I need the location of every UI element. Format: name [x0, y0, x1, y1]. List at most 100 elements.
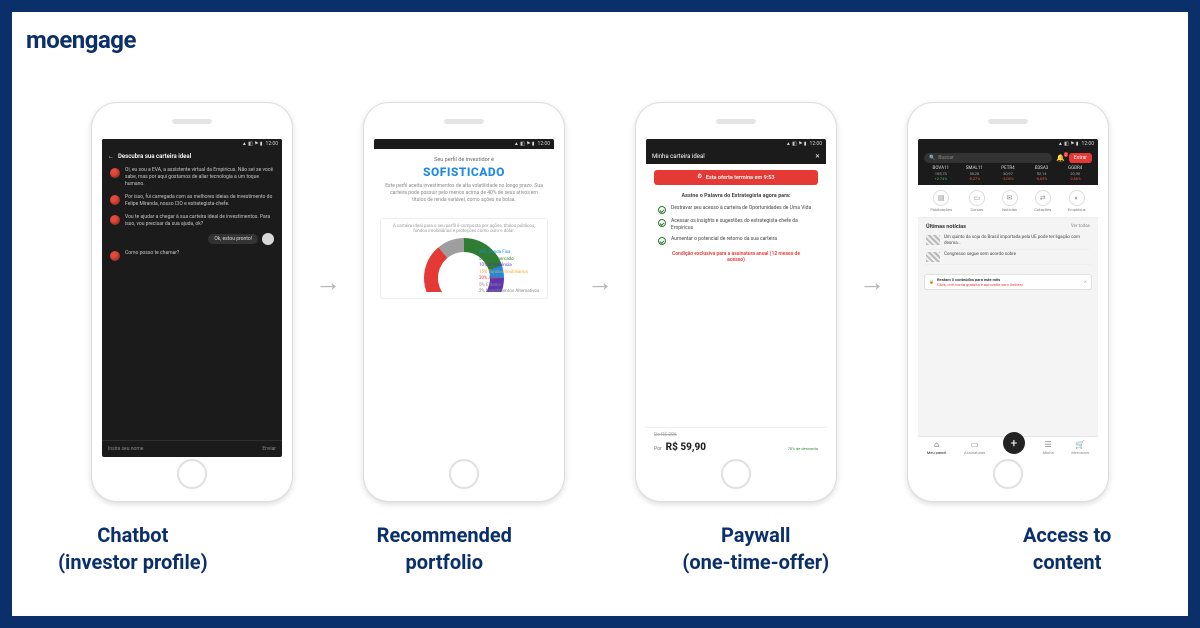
brand-icon: ◐ — [1069, 190, 1085, 206]
search-icon: 🔍 — [929, 155, 935, 161]
benefit-item: Acessar os insights e sugestões do estra… — [646, 216, 826, 234]
flow-arrow-icon: → — [587, 267, 613, 298]
chatbot-header: ← Descubra sua carteira ideal — [102, 149, 282, 164]
tab-subscriptions[interactable]: ▭Assinaturas — [964, 440, 985, 455]
price-row: Por R$ 59,90 70% de desconto — [646, 442, 826, 457]
phone-chatbot: ▲ ◧ ⚑ ▮ 12:00 ← Descubra sua carteira id… — [91, 102, 293, 502]
lock-icon: 🔒 — [929, 279, 934, 284]
bot-avatar-icon — [110, 195, 120, 205]
close-icon[interactable]: ✕ — [815, 153, 820, 160]
ticker[interactable]: BOVA11105,73+2,74% — [924, 166, 958, 181]
dismiss-icon[interactable]: ✕ — [1084, 279, 1087, 284]
profile-name: SOFISTICADO — [384, 165, 544, 179]
profile-description: Este perfil aceita investimentos de alta… — [384, 183, 544, 204]
news-thumb — [926, 235, 940, 245]
home-icon: ⌂ — [934, 440, 939, 449]
user-reply-text: Ok, estou pronto! — [208, 234, 258, 244]
bot-message: Vou te ajudar a chegar à sua carteira id… — [102, 211, 282, 231]
news-thumb — [926, 252, 940, 262]
caption-portfolio: Recommendedportfolio — [323, 522, 565, 576]
flow-arrow-icon: → — [315, 267, 341, 298]
fab-add-button[interactable]: + — [1003, 432, 1025, 454]
benefit-item: Destravar seu acesso à carteira de Oport… — [646, 203, 826, 216]
screen-chatbot: ▲ ◧ ⚑ ▮ 12:00 ← Descubra sua carteira id… — [102, 139, 282, 457]
category-rail: ▤Publicações ▭Cursos ✉Notícias ⇄Cotações… — [918, 185, 1098, 218]
old-price: De R$ 206 — [654, 432, 677, 438]
search-input[interactable]: 🔍 Buscar — [924, 153, 1052, 163]
news-section: Últimas notícias Ver todas Um quinto da … — [918, 218, 1098, 271]
profile-prelabel: Seu perfil de investidor é — [384, 157, 544, 163]
paywall-subtitle: Assine o Palavra do Estrategista agora p… — [646, 191, 826, 203]
tab-markets[interactable]: 🛒Mercados — [1071, 440, 1089, 455]
caption-paywall: Paywall(one-time-offer) — [635, 522, 877, 576]
login-button[interactable]: Entrar — [1069, 153, 1092, 163]
quotes-icon: ⇄ — [1035, 190, 1051, 206]
caption-chatbot: Chatbot(investor profile) — [12, 522, 254, 576]
phone-paywall: ▲ ◧ ⚑ ▮ 12:00 Minha carteira ideal ✕ ⏱ E… — [635, 102, 837, 502]
chart-legend: 20% Renda Fixa 5% Multimercado 10% Previ… — [387, 250, 541, 296]
back-icon[interactable]: ← — [108, 153, 114, 160]
quota-toast[interactable]: 🔒 Restam 5 conteúdos para este mês Click… — [924, 274, 1092, 290]
bot-message: Por isso, fui carregada com as melhores … — [102, 191, 282, 211]
portfolio-card: A carteira ideal para o seu perfil é com… — [380, 218, 548, 299]
countdown-banner: ⏱ Esta oferta termina em 9:53 — [654, 170, 818, 185]
captions-row: Chatbot(investor profile) Recommendedpor… — [12, 522, 1188, 576]
notif-count: 2 — [1064, 152, 1068, 157]
exclusive-condition: Condição exclusiva para a assinatura anu… — [646, 247, 826, 265]
folder-icon: ▭ — [971, 440, 979, 449]
news-item[interactable]: Congresso segue sem acordo sobre — [926, 250, 1090, 265]
phone-content: ▲ ◧ ⚑ ▮ 12:00 🔍 Buscar 🔔2 Entrar BOVA111… — [907, 102, 1109, 502]
chatbot-title: Descubra sua carteira ideal — [118, 153, 191, 160]
rail-item[interactable]: ▤Publicações — [930, 190, 952, 212]
ticker[interactable]: GGBR420,90-2,86% — [1058, 166, 1092, 181]
rail-item[interactable]: ▭Cursos — [969, 190, 985, 212]
screen-portfolio: ▲ ◧ ⚑ ▮ 12:00 Seu perfil de investidor é… — [374, 139, 554, 457]
publications-icon: ▤ — [933, 190, 949, 206]
see-all-link[interactable]: Ver todas — [1071, 224, 1090, 230]
caption-content: Access tocontent — [946, 522, 1188, 576]
status-bar: ▲ ◧ ⚑ ▮ 12:00 — [918, 139, 1098, 149]
chat-input-row: Insira seu nome Enviar — [102, 440, 282, 457]
courses-icon: ▭ — [969, 190, 985, 206]
status-bar: ▲ ◧ ⚑ ▮ 12:00 — [102, 139, 282, 149]
benefit-item: Aumentar o potencial de retorno da sua c… — [646, 234, 826, 247]
tab-mine[interactable]: ☰Minha — [1043, 440, 1054, 455]
bookmark-icon: ☰ — [1045, 440, 1052, 449]
ticker[interactable]: SMAL1150,28-0,27% — [958, 166, 992, 181]
rail-item[interactable]: ✉Notícias — [1002, 190, 1018, 212]
diagram-frame: moengage ▲ ◧ ⚑ ▮ 12:00 ← Descubra sua ca… — [0, 0, 1200, 628]
rail-item[interactable]: ⇄Cotações — [1034, 190, 1051, 212]
portfolio-card-header: A carteira ideal para o seu perfil é com… — [387, 224, 541, 234]
ticker-bar: BOVA11105,73+2,74% SMAL1150,28-0,27% PET… — [924, 166, 1092, 181]
chat-input[interactable]: Insira seu nome — [108, 446, 143, 452]
price-prefix: Por — [654, 446, 662, 452]
price-value: R$ 59,90 — [666, 442, 706, 453]
status-bar: ▲ ◧ ⚑ ▮ 12:00 — [374, 139, 554, 149]
bottom-tabbar: ⌂Meu painel ▭Assinaturas + ☰Minha 🛒Merca… — [918, 436, 1098, 457]
clock-icon: ⏱ — [697, 174, 701, 181]
phone-flow-row: ▲ ◧ ⚑ ▮ 12:00 ← Descubra sua carteira id… — [12, 102, 1188, 502]
news-heading: Últimas notícias — [926, 224, 966, 230]
phone-portfolio: ▲ ◧ ⚑ ▮ 12:00 Seu perfil de investidor é… — [363, 102, 565, 502]
ticker[interactable]: PETR430,97-3,00% — [991, 166, 1025, 181]
news-item[interactable]: Um quinto da soja do Brasil importada pe… — [926, 233, 1090, 250]
bell-icon[interactable]: 🔔2 — [1056, 154, 1065, 162]
bot-avatar-icon — [110, 168, 120, 178]
rail-item[interactable]: ◐Empiricus — [1068, 190, 1086, 212]
user-reply: Ok, estou pronto! — [200, 231, 282, 247]
bot-message: Oi, eu sou a EVA, a assistente virtual d… — [102, 164, 282, 191]
discount-badge: 70% de desconto — [788, 446, 818, 451]
ticker[interactable]: B3SA352,14-0,05% — [1025, 166, 1059, 181]
bot-message: Como posso te chamar? — [102, 247, 282, 264]
screen-content: ▲ ◧ ⚑ ▮ 12:00 🔍 Buscar 🔔2 Entrar BOVA111… — [918, 139, 1098, 457]
news-icon: ✉ — [1002, 190, 1018, 206]
bot-avatar-icon — [110, 251, 120, 261]
price-row: De R$ 206 — [646, 427, 826, 442]
flow-arrow-icon: → — [859, 267, 885, 298]
paywall-title: Minha carteira ideal — [652, 153, 705, 160]
check-icon — [658, 206, 666, 214]
cart-icon: 🛒 — [1075, 440, 1085, 449]
tab-home[interactable]: ⌂Meu painel — [927, 440, 947, 455]
send-button[interactable]: Enviar — [262, 446, 276, 452]
status-bar: ▲ ◧ ⚑ ▮ 12:00 — [646, 139, 826, 149]
